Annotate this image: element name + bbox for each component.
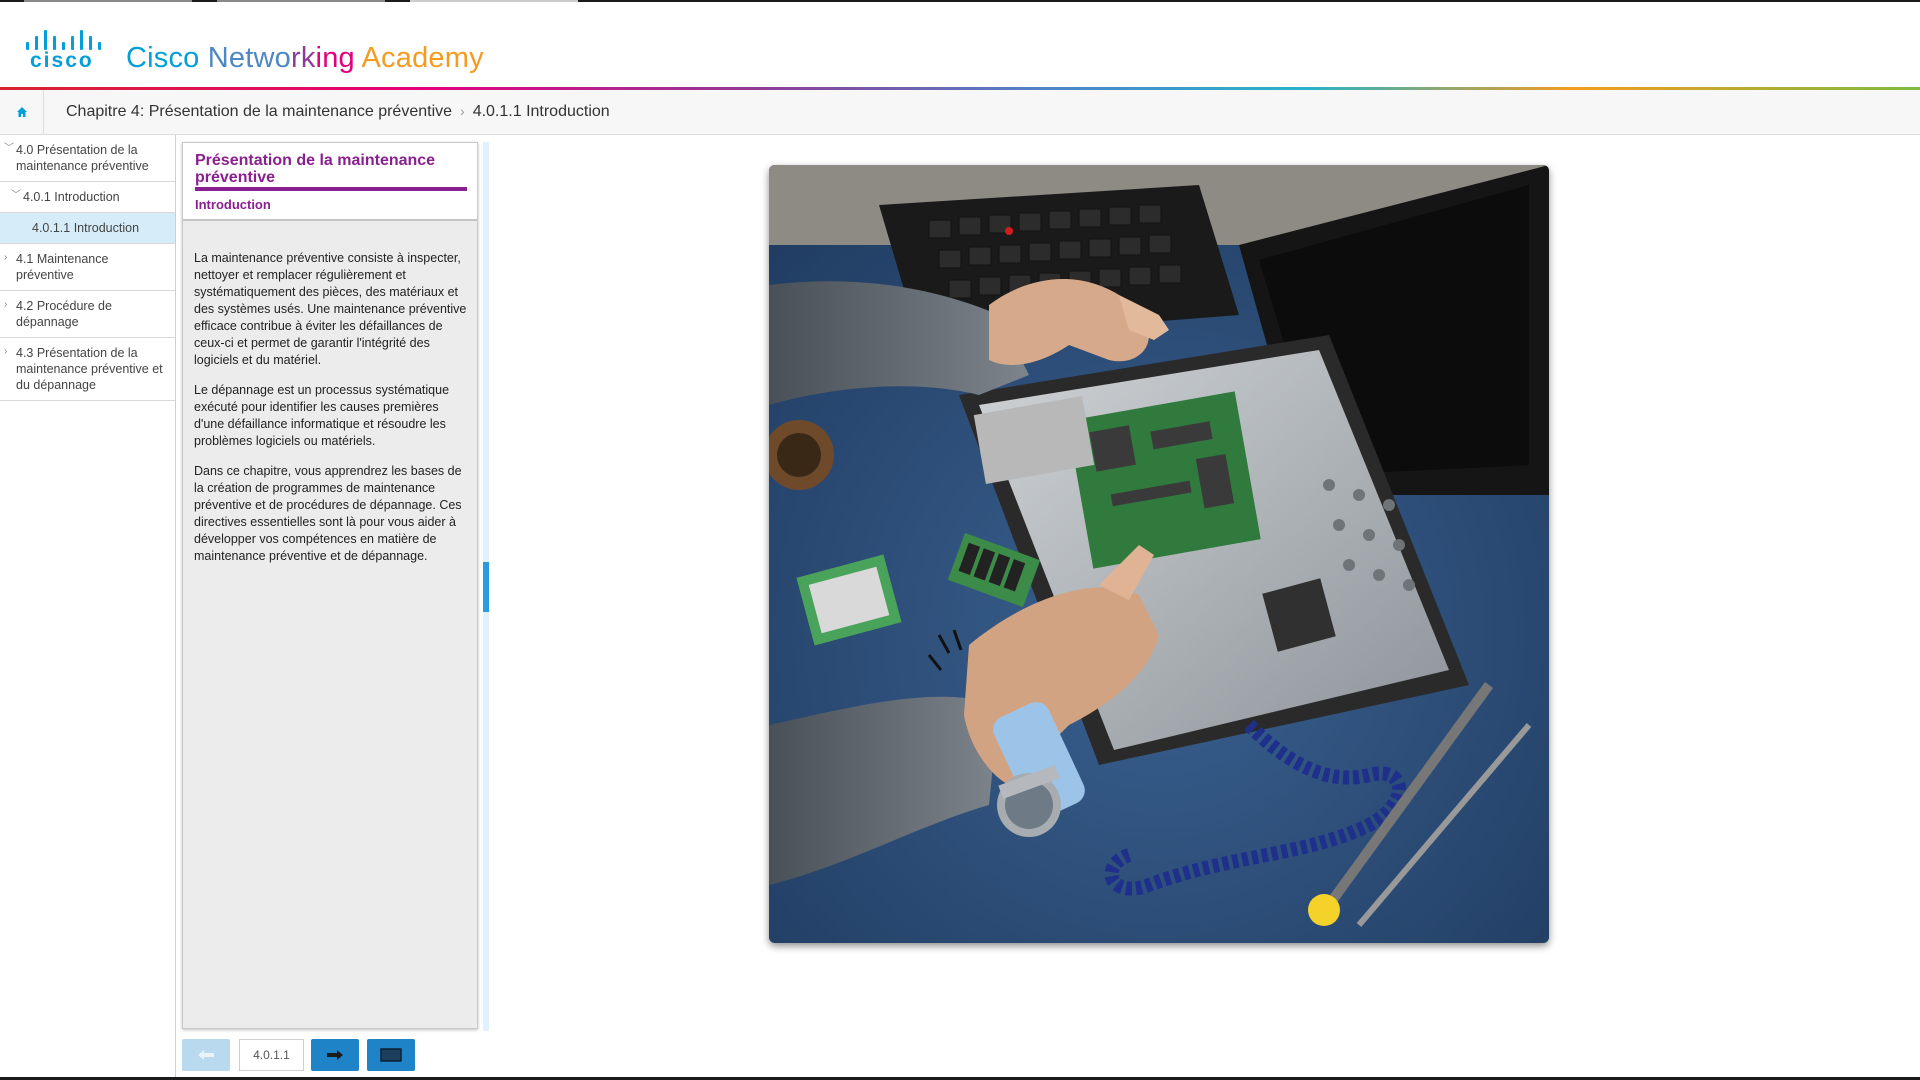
sidebar-item-label: 4.3 Présentation de la maintenance préve… [16, 346, 163, 392]
page-title: Présentation de la maintenance préventiv… [195, 152, 436, 186]
sidebar-item-label: 4.0 Présentation de la maintenance préve… [16, 143, 149, 173]
panel-header: Présentation de la maintenance préventiv… [183, 143, 477, 221]
sidebar-nav: ﹀ 4.0 Présentation de la maintenance pré… [0, 135, 176, 1080]
brand-title-segment: Netwo [207, 42, 291, 74]
brand-title-segment: Cisco [126, 42, 208, 74]
chevron-down-icon: ﹀ [11, 190, 21, 201]
cisco-bars-icon [24, 24, 108, 50]
breadcrumb: Chapitre 4: Présentation de la maintenan… [66, 103, 610, 121]
title-underline [195, 187, 467, 191]
sidebar-item-4-3[interactable]: › 4.3 Présentation de la maintenance pré… [0, 338, 175, 401]
page-number: 4.0.1.1 [239, 1039, 304, 1071]
home-icon [16, 107, 27, 117]
laptop-repair-photo [769, 165, 1549, 943]
sidebar-item-4-2[interactable]: › 4.2 Procédure de dépannage [0, 291, 175, 338]
paragraph: Dans ce chapitre, vous apprendrez les ba… [194, 464, 462, 563]
chevron-right-icon: › [4, 252, 8, 263]
brand-title-segment: ing [315, 42, 362, 74]
app-header: cisco Cisco Networking Academy [0, 2, 1920, 88]
brand-title-segment: rk [290, 42, 316, 74]
sidebar-item-4-0-1-1[interactable]: 4.0.1.1 Introduction [0, 213, 175, 244]
chevron-right-icon: › [4, 346, 8, 357]
laptop-repair-illustration [769, 165, 1549, 943]
breadcrumb-bar: Chapitre 4: Présentation de la maintenan… [0, 90, 1920, 135]
breadcrumb-chapter[interactable]: Chapitre 4: Présentation de la maintenan… [66, 103, 452, 120]
sidebar-item-label: 4.0.1.1 Introduction [32, 221, 140, 235]
panel-body: La maintenance préventive consiste à ins… [194, 250, 470, 578]
next-button[interactable] [311, 1039, 359, 1071]
paragraph: La maintenance préventive consiste à ins… [194, 251, 467, 367]
content-text-panel: Présentation de la maintenance préventiv… [182, 142, 478, 1029]
chevron-down-icon: ﹀ [4, 143, 14, 154]
chevron-right-icon: › [4, 299, 8, 310]
sidebar-item-4-1[interactable]: › 4.1 Maintenance préventive [0, 244, 175, 291]
sidebar-item-label: 4.1 Maintenance préventive [16, 252, 109, 282]
previous-button[interactable] [182, 1039, 230, 1071]
arrow-left-icon [198, 1050, 214, 1060]
breadcrumb-current: 4.0.1.1 Introduction [472, 103, 610, 120]
paragraph: Le dépannage est un processus systématiq… [194, 383, 450, 448]
cisco-logo[interactable]: cisco [24, 24, 108, 74]
cisco-wordmark: cisco [30, 49, 94, 72]
arrow-right-icon [327, 1050, 343, 1060]
sidebar-item-label: 4.0.1 Introduction [23, 190, 120, 204]
brand-title-segment: Academy [361, 42, 484, 74]
page-subtitle: Introduction [195, 197, 271, 212]
home-button[interactable] [0, 90, 44, 134]
sidebar-item-4-0-1[interactable]: ﹀ 4.0.1 Introduction [0, 182, 175, 213]
breadcrumb-separator-icon: › [460, 103, 465, 119]
sidebar-item-4-0[interactable]: ﹀ 4.0 Présentation de la maintenance pré… [0, 135, 175, 182]
fullscreen-button[interactable] [367, 1039, 415, 1071]
panel-scrollbar-thumb[interactable] [483, 562, 489, 612]
brand-title: Cisco Networking Academy [126, 42, 484, 75]
sidebar-item-label: 4.2 Procédure de dépannage [16, 299, 112, 329]
screen-icon [380, 1048, 402, 1062]
